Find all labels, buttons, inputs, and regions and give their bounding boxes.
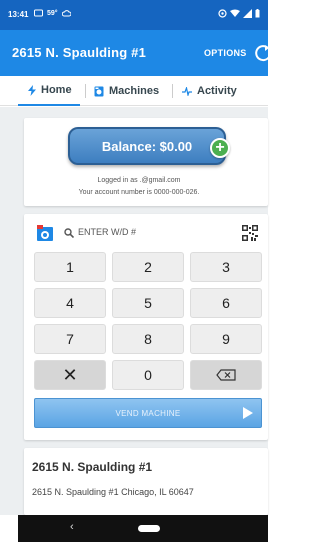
- account-number-text: Your account number is 0000-000-026.: [78, 189, 200, 196]
- clear-icon: ✕: [62, 364, 78, 385]
- key-label: 2: [144, 259, 152, 275]
- balance-label: Balance: $0.00: [101, 138, 193, 154]
- key-label: 1: [66, 259, 74, 275]
- signal-icon: [243, 9, 252, 18]
- tab-divider: [172, 84, 173, 98]
- wifi-icon: [230, 9, 240, 17]
- refresh-icon[interactable]: [254, 44, 274, 62]
- keypad-key-8[interactable]: 8: [112, 324, 184, 354]
- keypad-backspace-button[interactable]: [190, 360, 262, 390]
- location-title: 2615 N. Spaulding #1: [32, 460, 153, 474]
- key-label: 3: [222, 259, 230, 275]
- play-arrow-icon: [243, 407, 253, 419]
- keypad-key-4[interactable]: 4: [34, 288, 106, 318]
- keypad-key-9[interactable]: 9: [190, 324, 262, 354]
- bolt-icon: [28, 84, 36, 96]
- tab-home-label: Home: [41, 84, 72, 96]
- data-saver-icon: [218, 9, 227, 18]
- keypad-card: 1 2 3 4 5 6 7 8 9 ✕ 0 VEND MACHINE: [24, 214, 268, 440]
- machine-icon: [94, 86, 104, 96]
- status-time: 13:41: [8, 10, 29, 19]
- status-right-icons: [218, 9, 260, 18]
- tab-activity-label: Activity: [197, 85, 237, 97]
- key-label: 5: [144, 295, 152, 311]
- page-title: 2615 N. Spaulding #1: [12, 45, 147, 60]
- keypad-key-6[interactable]: 6: [190, 288, 262, 318]
- key-label: 9: [222, 331, 230, 347]
- keypad-key-2[interactable]: 2: [112, 252, 184, 282]
- tab-divider: [85, 84, 86, 98]
- location-address: 2615 N. Spaulding #1 Chicago, IL 60647: [32, 487, 194, 497]
- keypad-key-5[interactable]: 5: [112, 288, 184, 318]
- vend-machine-label: VEND MACHINE: [115, 408, 181, 418]
- system-nav-bar: ‹: [18, 515, 268, 542]
- tab-machines-label: Machines: [109, 85, 160, 97]
- tab-activity[interactable]: Activity: [182, 76, 237, 106]
- balance-button[interactable]: Balance: $0.00: [68, 127, 226, 165]
- pulse-icon: [182, 86, 192, 96]
- tab-machines[interactable]: Machines: [94, 76, 159, 106]
- back-nav-icon[interactable]: ‹: [70, 521, 74, 533]
- key-label: 8: [144, 331, 152, 347]
- balance-card: Balance: $0.00 + Logged in as .@gmail.co…: [24, 118, 268, 206]
- status-left-icons: 59°: [34, 9, 71, 17]
- search-icon: [64, 228, 74, 238]
- vend-machine-icon[interactable]: [36, 224, 54, 242]
- logged-in-text: Logged in as .@gmail.com: [97, 177, 181, 184]
- wd-number-input[interactable]: [78, 224, 198, 240]
- keypad-clear-button[interactable]: ✕: [34, 360, 106, 390]
- tab-home[interactable]: Home: [18, 76, 80, 106]
- key-label: 0: [144, 367, 152, 383]
- keypad-key-0[interactable]: 0: [112, 360, 184, 390]
- app-bar: 2615 N. Spaulding #1 OPTIONS: [0, 30, 270, 76]
- status-temp: 59°: [47, 9, 58, 17]
- key-label: 4: [66, 295, 74, 311]
- options-button[interactable]: OPTIONS: [204, 48, 247, 58]
- vend-machine-button[interactable]: VEND MACHINE: [34, 398, 262, 428]
- keypad-key-3[interactable]: 3: [190, 252, 262, 282]
- location-card[interactable]: 2615 N. Spaulding #1 2615 N. Spaulding #…: [24, 448, 268, 515]
- backspace-icon: [216, 369, 236, 381]
- status-bar: 13:41 59°: [0, 0, 268, 30]
- keypad-key-7[interactable]: 7: [34, 324, 106, 354]
- battery-icon: [255, 9, 260, 18]
- notification-icon: [34, 9, 43, 17]
- add-funds-icon[interactable]: +: [210, 138, 230, 158]
- home-nav-icon[interactable]: [138, 525, 160, 532]
- tab-bar: Home Machines Activity: [0, 76, 268, 106]
- key-label: 7: [66, 331, 74, 347]
- keypad-key-1[interactable]: 1: [34, 252, 106, 282]
- qr-code-icon[interactable]: [242, 225, 258, 241]
- key-label: 6: [222, 295, 230, 311]
- cloud-icon: [61, 9, 71, 16]
